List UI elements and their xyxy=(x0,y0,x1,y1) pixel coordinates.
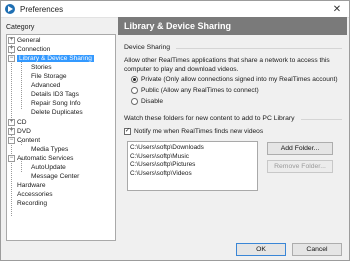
sidebar-item-label: Message Center xyxy=(31,173,80,180)
sidebar-item-label: General xyxy=(17,37,41,44)
radio-private[interactable]: Private (Only allow connections signed i… xyxy=(131,76,338,83)
sidebar-item-connection[interactable]: + Connection xyxy=(8,45,50,54)
sidebar-item-media-types[interactable]: Media Types xyxy=(31,145,68,154)
panel-header: Library & Device Sharing xyxy=(118,17,347,35)
sidebar-item-label: AutoUpdate xyxy=(31,164,66,171)
tree-expander-icon[interactable]: − xyxy=(8,55,15,62)
close-icon[interactable]: ✕ xyxy=(325,1,349,17)
tree-connector-line xyxy=(21,59,22,109)
window-title: Preferences xyxy=(20,4,64,14)
sidebar-item-details-id3-tags[interactable]: Details ID3 Tags xyxy=(31,90,79,99)
sidebar-item-content[interactable]: − Content xyxy=(8,136,40,145)
radio-button[interactable] xyxy=(131,76,138,83)
sidebar-item-label: Repair Song Info xyxy=(31,100,81,107)
sidebar-item-dvd[interactable]: + DVD xyxy=(8,127,31,136)
remove-folder-button[interactable]: Remove Folder... xyxy=(267,160,333,173)
sidebar-item-label: Stories xyxy=(31,64,52,71)
cancel-button[interactable]: Cancel xyxy=(292,243,342,256)
tree-expander-icon[interactable]: + xyxy=(8,128,15,135)
sidebar-item-delete-duplicates[interactable]: Delete Duplicates xyxy=(31,108,83,117)
watched-folders-list[interactable]: C:\Users\softp\Downloads C:\Users\softp\… xyxy=(127,141,258,191)
section-divider xyxy=(176,48,342,49)
section-divider xyxy=(301,119,342,120)
radio-label: Private (Only allow connections signed i… xyxy=(141,76,338,83)
radio-label: Disable xyxy=(141,98,163,105)
sidebar-item-label: DVD xyxy=(17,128,31,135)
sidebar-item-label: Connection xyxy=(17,46,51,53)
tree-expander-icon[interactable]: + xyxy=(8,46,15,53)
sidebar-item-label: File Storage xyxy=(31,73,67,80)
sidebar-item-repair-song-info[interactable]: Repair Song Info xyxy=(31,99,81,108)
tree-expander-icon[interactable]: + xyxy=(8,37,15,44)
sidebar-item-cd[interactable]: + CD xyxy=(8,118,27,127)
watch-folders-title: Watch these folders for new content to a… xyxy=(124,115,295,122)
notify-new-videos-checkbox-row[interactable]: ✓ Notify me when RealTimes finds new vid… xyxy=(124,128,263,135)
ok-button[interactable]: OK xyxy=(236,243,286,256)
sidebar-item-stories[interactable]: Stories xyxy=(31,63,52,72)
radio-button[interactable] xyxy=(131,98,138,105)
device-sharing-description: Allow other RealTimes applications that … xyxy=(124,57,330,73)
realtimes-app-icon xyxy=(5,4,15,14)
radio-disable[interactable]: Disable xyxy=(131,98,163,105)
add-folder-button[interactable]: Add Folder... xyxy=(267,142,333,155)
sidebar-item-advanced[interactable]: Advanced xyxy=(31,81,60,90)
list-item[interactable]: C:\Users\softp\Videos xyxy=(130,170,255,179)
radio-button[interactable] xyxy=(131,87,138,94)
sidebar-item-library-device-sharing[interactable]: − Library & Device Sharing xyxy=(8,54,94,63)
tree-expander-icon[interactable]: − xyxy=(8,137,15,144)
sidebar-item-label: Delete Duplicates xyxy=(31,109,83,116)
sidebar-item-label: Library & Device Sharing xyxy=(17,55,94,62)
list-item[interactable]: C:\Users\softp\Music xyxy=(130,153,255,162)
sidebar-item-label: Recording xyxy=(17,200,48,207)
sidebar-item-general[interactable]: + General xyxy=(8,36,40,45)
sidebar-item-recording[interactable]: Recording xyxy=(17,199,47,208)
sidebar-item-automatic-services[interactable]: − Automatic Services xyxy=(8,154,73,163)
sidebar-item-message-center[interactable]: Message Center xyxy=(31,172,79,181)
sidebar-item-label: Details ID3 Tags xyxy=(31,91,79,98)
preferences-window: Preferences ✕ Category + General + Connect… xyxy=(0,0,350,261)
sidebar-item-file-storage[interactable]: File Storage xyxy=(31,72,67,81)
category-label: Category xyxy=(6,24,35,31)
tree-expander-icon[interactable]: − xyxy=(8,155,15,162)
tree-expander-icon[interactable]: + xyxy=(8,119,15,126)
sidebar-item-label: Automatic Services xyxy=(17,155,74,162)
sidebar-item-accessories[interactable]: Accessories xyxy=(17,190,53,199)
notify-label: Notify me when RealTimes finds new video… xyxy=(134,128,264,135)
radio-label: Public (Allow any RealTimes to connect) xyxy=(141,87,259,94)
sidebar-item-hardware[interactable]: Hardware xyxy=(17,181,46,190)
device-sharing-title: Device Sharing xyxy=(124,44,171,51)
radio-public[interactable]: Public (Allow any RealTimes to connect) xyxy=(131,87,259,94)
notify-checkbox[interactable]: ✓ xyxy=(124,128,131,135)
sidebar-item-autoupdate[interactable]: AutoUpdate xyxy=(31,163,66,172)
sidebar-item-label: Media Types xyxy=(31,146,69,153)
sidebar-item-label: Hardware xyxy=(17,182,46,189)
list-item[interactable]: C:\Users\softp\Pictures xyxy=(130,161,255,170)
title-bar: Preferences ✕ xyxy=(1,1,349,18)
sidebar-item-label: Advanced xyxy=(31,82,61,89)
category-tree[interactable]: + General + Connection − Library & Device S… xyxy=(6,34,116,241)
sidebar-item-label: Content xyxy=(17,137,41,144)
list-item[interactable]: C:\Users\softp\Downloads xyxy=(130,144,255,153)
sidebar-item-label: Accessories xyxy=(17,191,53,198)
sidebar-item-label: CD xyxy=(17,119,27,126)
